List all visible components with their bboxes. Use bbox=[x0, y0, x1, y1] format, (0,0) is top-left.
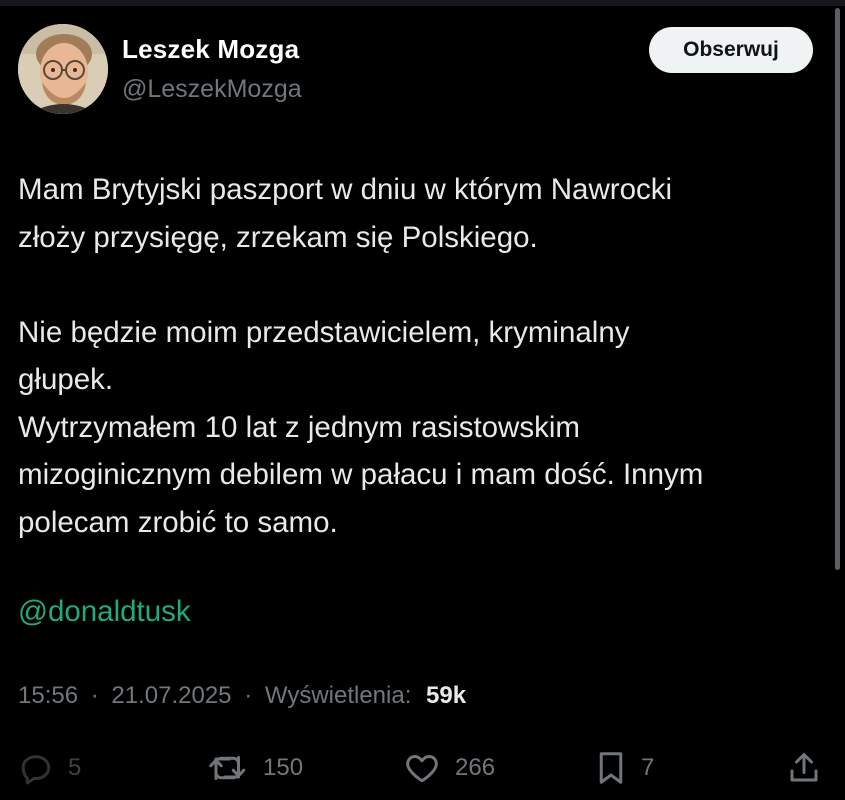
tweet-text: Mam Brytyjski paszport w dniu w którym N… bbox=[18, 166, 828, 546]
tweet-meta: 15:56 · 21.07.2025 · Wyświetlenia: 59k bbox=[18, 682, 466, 710]
bookmark-button[interactable]: 7 bbox=[595, 745, 654, 791]
repost-count: 150 bbox=[263, 754, 304, 781]
reply-count: 5 bbox=[68, 754, 82, 781]
avatar-photo-icon bbox=[18, 24, 108, 114]
bookmark-count: 7 bbox=[641, 754, 655, 781]
like-count: 266 bbox=[455, 754, 496, 781]
author-avatar[interactable] bbox=[18, 24, 108, 114]
tweet-paragraph-1: Mam Brytyjski paszport w dniu w którym N… bbox=[18, 173, 673, 254]
views-count: 59k bbox=[426, 682, 467, 709]
meta-separator: · bbox=[90, 682, 99, 709]
views-label: Wyświetlenia: bbox=[264, 682, 412, 709]
action-bar: 5 150 266 7 bbox=[0, 745, 845, 791]
author-display-name[interactable]: Leszek Mozga bbox=[122, 34, 299, 65]
reply-button[interactable]: 5 bbox=[18, 745, 81, 791]
top-divider bbox=[0, 0, 845, 6]
share-icon bbox=[790, 753, 818, 782]
bookmark-icon bbox=[599, 752, 623, 784]
repost-button[interactable]: 150 bbox=[207, 745, 303, 791]
tweet-paragraph-2: Nie będzie moim przedstawicielem, krymin… bbox=[18, 315, 704, 539]
share-button[interactable] bbox=[786, 745, 822, 791]
meta-separator: · bbox=[244, 682, 253, 709]
tweet-card: Leszek Mozga @LeszekMozga Obserwuj Mam B… bbox=[0, 0, 845, 800]
tweet-date[interactable]: 21.07.2025 bbox=[111, 682, 231, 709]
follow-button[interactable]: Obserwuj bbox=[649, 27, 813, 73]
author-handle[interactable]: @LeszekMozga bbox=[122, 75, 302, 104]
heart-icon bbox=[406, 754, 438, 783]
mention-link[interactable]: @donaldtusk bbox=[18, 588, 191, 635]
reply-bubble-icon bbox=[21, 755, 51, 785]
tweet-time[interactable]: 15:56 bbox=[18, 682, 78, 709]
like-button[interactable]: 266 bbox=[403, 745, 495, 791]
scrollbar[interactable] bbox=[835, 8, 840, 570]
repost-icon bbox=[209, 756, 246, 780]
